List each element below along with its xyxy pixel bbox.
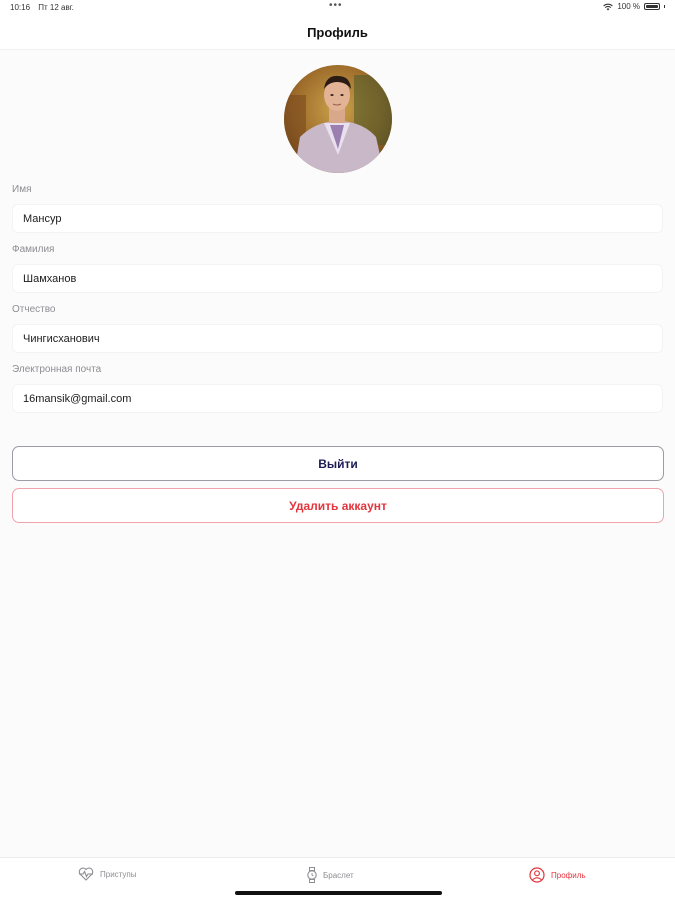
multitasking-dots[interactable]: •••	[329, 0, 343, 11]
patronymic-label: Отчество	[12, 304, 56, 315]
status-bar: 10:16 Пт 12 авг. ••• 100 %	[0, 0, 675, 16]
delete-account-button[interactable]: Удалить аккаунт	[12, 488, 664, 523]
navigation-bar: Профиль	[0, 16, 675, 50]
status-time: 10:16	[10, 3, 31, 12]
watch-icon	[307, 867, 317, 883]
patronymic-field[interactable]	[12, 324, 663, 353]
battery-percentage: 100 %	[617, 2, 640, 11]
first-name-label: Имя	[12, 184, 32, 195]
logout-button[interactable]: Выйти	[12, 446, 664, 481]
tab-seizures[interactable]: Приступы	[78, 867, 137, 881]
status-date: Пт 12 авг.	[38, 3, 74, 12]
last-name-label: Фамилия	[12, 244, 55, 255]
tab-profile[interactable]: Профиль	[529, 867, 586, 883]
last-name-field[interactable]	[12, 264, 663, 293]
avatar[interactable]	[284, 65, 392, 173]
status-time-date: 10:16 Пт 12 авг.	[10, 3, 80, 12]
email-label: Электронная почта	[12, 364, 102, 375]
tab-bracelet[interactable]: Браслет	[307, 867, 354, 883]
battery-cap	[664, 5, 665, 8]
profile-screen: 10:16 Пт 12 авг. ••• 100 % Профиль Имя М…	[0, 0, 675, 900]
heartbeat-icon	[78, 867, 94, 881]
status-indicators: 100 %	[603, 2, 665, 11]
battery-icon	[644, 3, 660, 10]
page-title: Профиль	[307, 25, 368, 40]
tab-bracelet-label: Браслет	[323, 870, 354, 880]
wifi-icon	[603, 3, 614, 10]
user-photo	[284, 65, 392, 173]
email-field[interactable]	[12, 384, 663, 413]
tab-seizures-label: Приступы	[100, 869, 137, 879]
profile-icon	[529, 867, 545, 883]
tab-profile-label: Профиль	[551, 870, 586, 880]
first-name-field[interactable]	[12, 204, 663, 233]
home-indicator[interactable]	[235, 891, 442, 895]
